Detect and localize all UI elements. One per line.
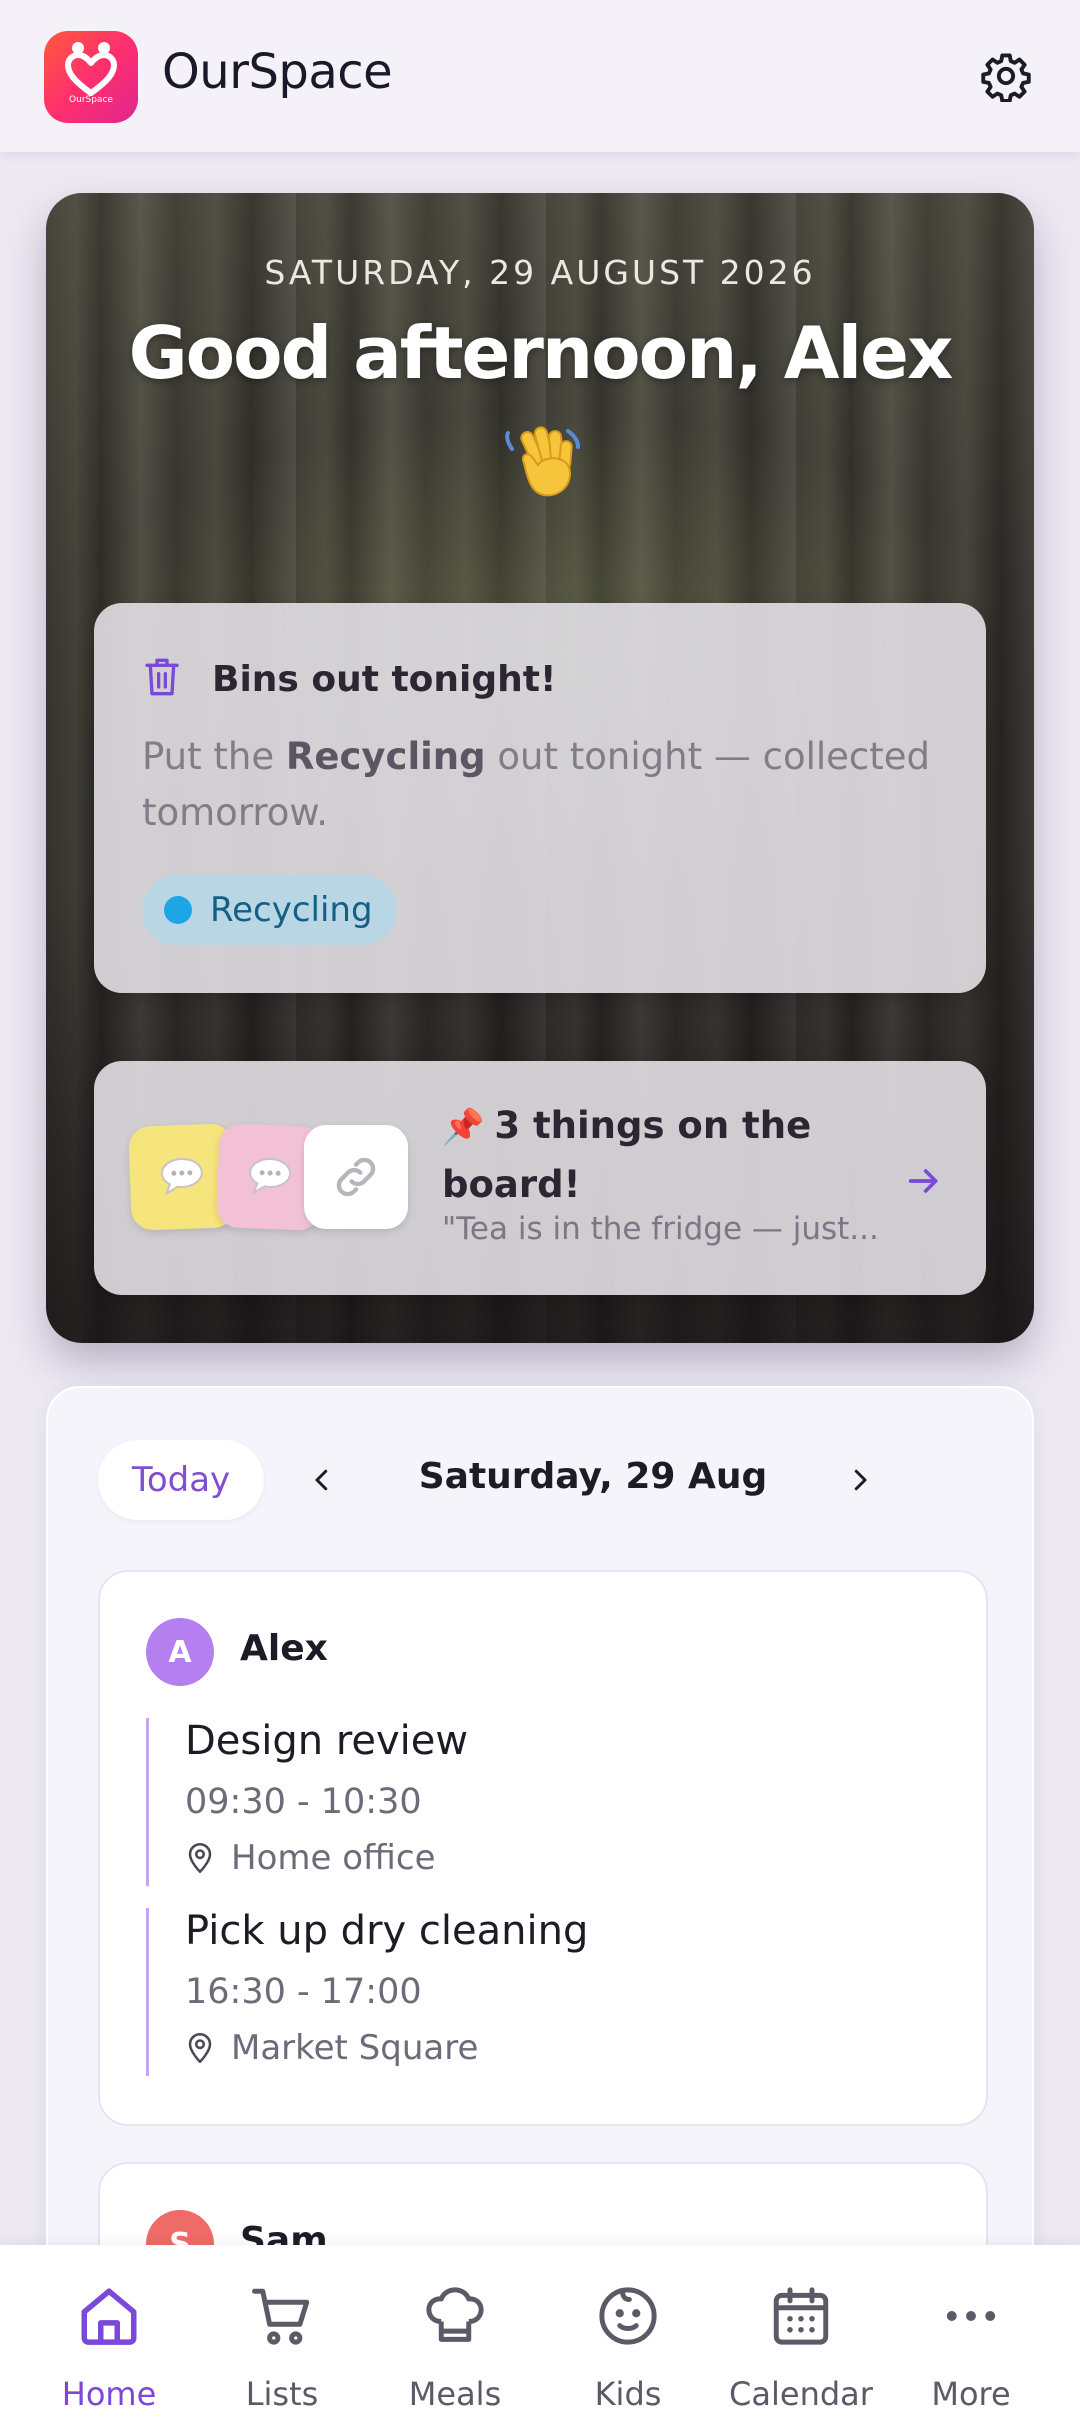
trash-icon: [145, 658, 179, 696]
nav-item-home[interactable]: Home: [24, 2245, 194, 2433]
location-pin-icon: [188, 1843, 212, 1873]
bottom-navigation: Home Lists Meals Kids Calendar More: [0, 2245, 1080, 2433]
speech-bubble-icon: [160, 1157, 203, 1196]
nav-label: Lists: [245, 2375, 319, 2413]
pushpin-icon: 📌: [442, 1107, 485, 1147]
greeting-heading: Good afternoon, Alex: [128, 311, 954, 395]
nav-item-calendar[interactable]: Calendar: [716, 2245, 886, 2433]
app-logo[interactable]: OurSpace: [44, 31, 138, 123]
hero-card: SATURDAY, 29 AUGUST 2026 Good afternoon,…: [46, 193, 1034, 1343]
waving-hand-icon: [505, 426, 580, 497]
event-item[interactable]: Design review 09:30 - 10:30 Home office: [146, 1718, 926, 1886]
home-icon: [81, 2288, 137, 2345]
person-card-alex: A Alex Design review 09:30 - 10:30 Home …: [98, 1570, 988, 2126]
board-title-text: 3 things on the board!: [442, 1104, 812, 1206]
nav-item-lists[interactable]: Lists: [197, 2245, 367, 2433]
baby-face-icon: [599, 2287, 657, 2345]
event-item[interactable]: Pick up dry cleaning 16:30 - 17:00 Marke…: [146, 1908, 926, 2076]
chef-hat-icon: [426, 2287, 484, 2342]
nav-label: Meals: [408, 2375, 502, 2413]
nav-item-meals[interactable]: Meals: [370, 2245, 540, 2433]
event-location: Market Square: [185, 2028, 478, 2068]
app-header: OurSpace OurSpace: [0, 0, 1080, 152]
speech-bubble-icon: [249, 1157, 292, 1195]
board-preview-text: "Tea is in the fridge — just...: [442, 1211, 879, 1247]
app-title: OurSpace: [162, 44, 393, 100]
person-name: Alex: [240, 1628, 328, 1669]
settings-button[interactable]: [976, 46, 1036, 106]
event-title: Pick up dry cleaning: [185, 1908, 589, 1954]
chevron-left-icon: [315, 1469, 328, 1491]
link-icon: [336, 1157, 376, 1197]
nav-item-kids[interactable]: Kids: [543, 2245, 713, 2433]
heart-logo-icon: [65, 42, 117, 96]
event-title: Design review: [185, 1718, 469, 1764]
bins-message-bin-type: Recycling: [285, 735, 486, 778]
hero-date: SATURDAY, 29 AUGUST 2026: [264, 253, 816, 292]
more-icon: [946, 2311, 996, 2321]
event-time: 16:30 - 17:00: [185, 1972, 422, 2012]
event-location-text: Home office: [231, 1838, 436, 1878]
recycling-tag: Recycling: [142, 875, 397, 945]
logo-text: OurSpace: [69, 95, 113, 105]
bins-title: Bins out tonight!: [212, 659, 557, 700]
location-pin-icon: [188, 2033, 212, 2063]
nav-label: Kids: [594, 2375, 662, 2413]
bins-message-prefix: Put the: [142, 735, 286, 778]
event-location-text: Market Square: [231, 2028, 479, 2068]
note-link-icon: [304, 1125, 408, 1229]
nav-label: Home: [61, 2375, 157, 2413]
bins-message: Put the Recycling out tonight — collecte…: [142, 729, 962, 841]
today-button[interactable]: Today: [98, 1440, 264, 1520]
board-title: 📌 3 things on the board!: [442, 1097, 872, 1214]
chevron-right-icon: [854, 1469, 867, 1491]
cart-icon: [252, 2288, 310, 2345]
gear-icon: [981, 53, 1031, 102]
board-summary-card[interactable]: 📌 3 things on the board! "Tea is in the f…: [94, 1061, 986, 1295]
next-day-button[interactable]: [838, 1458, 882, 1502]
arrow-right-icon[interactable]: [904, 1161, 944, 1201]
event-location: Home office: [185, 1838, 436, 1878]
bins-reminder-card[interactable]: Bins out tonight! Put the Recycling out …: [94, 603, 986, 993]
event-time: 09:30 - 10:30: [185, 1782, 422, 1822]
avatar: A: [146, 1618, 214, 1686]
recycling-tag-label: Recycling: [210, 890, 373, 930]
calendar-icon: [773, 2287, 829, 2345]
selected-date: Saturday, 29 Aug: [418, 1456, 768, 1497]
nav-label: More: [931, 2375, 1011, 2413]
previous-day-button[interactable]: [300, 1458, 344, 1502]
nav-label: Calendar: [729, 2375, 873, 2413]
recycling-dot-icon: [164, 896, 192, 924]
nav-item-more[interactable]: More: [886, 2245, 1056, 2433]
